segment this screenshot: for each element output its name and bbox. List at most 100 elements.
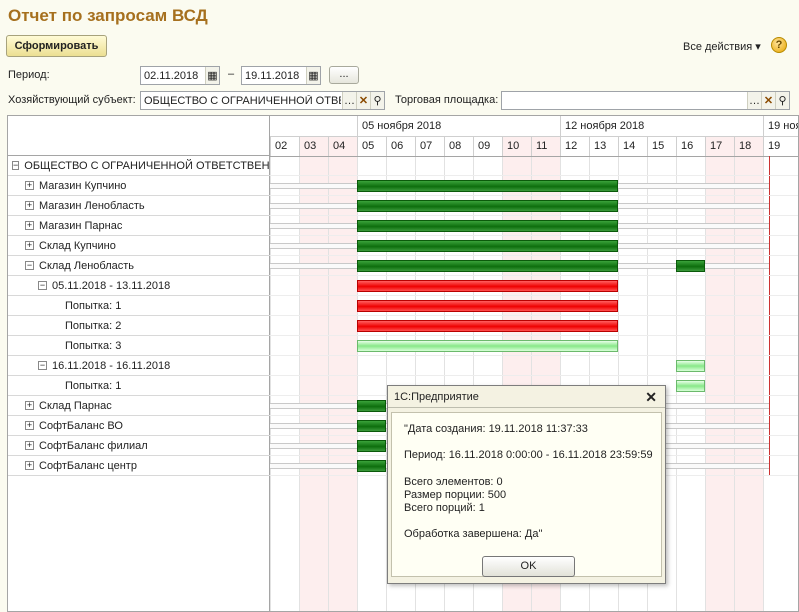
collapse-icon[interactable]: − (12, 161, 20, 170)
portions-line: Всего порций: 1 (404, 502, 485, 514)
select-dots-icon[interactable]: … (342, 92, 356, 109)
row-separator (270, 255, 798, 256)
row-separator (270, 295, 798, 296)
gantt-bar-green[interactable] (357, 460, 386, 472)
day-label: 13 (589, 137, 618, 156)
period-line: Период: 16.11.2018 0:00:00 - 16.11.2018 … (404, 449, 653, 461)
day-label: 10 (502, 137, 531, 156)
tree-row[interactable]: −ОБЩЕСТВО С ОГРАНИЧЕННОЙ ОТВЕТСТВЕННОСТЬ… (8, 156, 270, 176)
row-separator (270, 235, 798, 236)
collapse-icon[interactable]: − (38, 361, 47, 370)
expand-icon[interactable]: + (25, 241, 34, 250)
day-label: 12 (560, 137, 589, 156)
period-select-button[interactable]: ... (329, 66, 359, 84)
tree-row[interactable]: + СофтБаланс филиал (8, 436, 270, 456)
created-line: "Дата создания: 19.11.2018 11:37:33 (404, 423, 588, 435)
tree-row[interactable]: + Магазин Ленобласть (8, 196, 270, 216)
row-separator (270, 175, 798, 176)
expand-icon[interactable]: + (25, 181, 34, 190)
message-dialog: 1С:Предприятие ✕ "Дата создания: 19.11.2… (387, 385, 666, 584)
collapse-icon[interactable]: − (25, 261, 34, 270)
date-to-field[interactable]: 19.11.2018 ▦ (241, 66, 321, 85)
expand-icon[interactable]: + (25, 461, 34, 470)
row-separator (270, 275, 798, 276)
day-label: 04 (328, 137, 357, 156)
gantt-bar-light[interactable] (357, 340, 618, 352)
generate-button[interactable]: Сформировать (6, 35, 107, 57)
day-label: 14 (618, 137, 647, 156)
entity-label: Хозяйствующий субъект: (8, 94, 136, 106)
expand-icon[interactable]: + (25, 401, 34, 410)
period-label: Период: (8, 69, 50, 81)
gantt-bar-green[interactable] (357, 220, 618, 232)
expand-icon[interactable]: + (25, 221, 34, 230)
tree-row[interactable]: + Склад Купчино (8, 236, 270, 256)
row-label: СофтБаланс ВО (39, 419, 123, 432)
page-title: Отчет по запросам ВСД (8, 6, 208, 25)
total-line: Всего элементов: 0 (404, 476, 503, 488)
tree-row[interactable]: + СофтБаланс центр (8, 456, 270, 476)
clear-icon[interactable]: ✕ (356, 92, 370, 109)
day-label: 07 (415, 137, 444, 156)
gantt-bar-light[interactable] (676, 380, 705, 392)
date-from-field[interactable]: 02.11.2018 ▦ (140, 66, 220, 85)
tree-row[interactable]: Попытка: 1 (8, 296, 270, 316)
day-label: 16 (676, 137, 705, 156)
day-label: 11 (531, 137, 560, 156)
tree-row[interactable]: Попытка: 1 (8, 376, 270, 396)
row-label: Магазин Ленобласть (39, 199, 145, 212)
tree-row[interactable]: − Склад Ленобласть (8, 256, 270, 276)
tree-row[interactable]: Попытка: 2 (8, 316, 270, 336)
expand-icon[interactable]: + (25, 201, 34, 210)
gantt-bar-green[interactable] (357, 260, 618, 272)
help-icon[interactable]: ? (771, 37, 787, 53)
tree-panel: −ОБЩЕСТВО С ОГРАНИЧЕННОЙ ОТВЕТСТВЕННОСТЬ… (8, 116, 270, 611)
gantt-bar-red[interactable] (357, 280, 618, 292)
day-label: 05 (357, 137, 386, 156)
ok-button[interactable]: OK (482, 556, 575, 577)
select-dots-icon[interactable]: … (747, 92, 761, 109)
expand-icon[interactable]: + (25, 441, 34, 450)
tree-row[interactable]: −16.11.2018 - 16.11.2018 (8, 356, 270, 376)
dialog-body: "Дата создания: 19.11.2018 11:37:33 Пери… (391, 412, 662, 577)
tree-row[interactable]: + Магазин Парнас (8, 216, 270, 236)
search-icon[interactable]: ⚲ (775, 92, 789, 109)
calendar-icon[interactable]: ▦ (205, 67, 219, 84)
clear-icon[interactable]: ✕ (761, 92, 775, 109)
search-icon[interactable]: ⚲ (370, 92, 384, 109)
date-from-value: 02.11.2018 (144, 69, 199, 82)
gantt-bar-red[interactable] (357, 300, 618, 312)
gantt-bar-green[interactable] (357, 440, 386, 452)
day-label: 19 (763, 137, 792, 156)
done-line: Обработка завершена: Да" (404, 528, 543, 540)
all-actions-menu[interactable]: Все действия ▾ (683, 40, 761, 53)
gantt-bar-light[interactable] (676, 360, 705, 372)
gantt-bar-green[interactable] (357, 400, 386, 412)
gantt-bar-green[interactable] (357, 180, 618, 192)
close-icon[interactable]: ✕ (645, 389, 657, 406)
gantt-bar-green[interactable] (676, 260, 705, 272)
tree-row[interactable]: −05.11.2018 - 13.11.2018 (8, 276, 270, 296)
tree-row[interactable]: + Склад Парнас (8, 396, 270, 416)
day-label: 09 (473, 137, 502, 156)
gantt-bar-green[interactable] (357, 200, 618, 212)
gantt-bar-green[interactable] (357, 240, 618, 252)
tree-row[interactable]: Попытка: 3 (8, 336, 270, 356)
header-divider (270, 136, 798, 137)
row-label: Магазин Купчино (39, 179, 127, 192)
collapse-icon[interactable]: − (38, 281, 47, 290)
tree-row[interactable]: + Магазин Купчино (8, 176, 270, 196)
day-label: 15 (647, 137, 676, 156)
trade-field[interactable]: … ✕ ⚲ (501, 91, 790, 110)
entity-field[interactable]: ОБЩЕСТВО С ОГРАНИЧЕННОЙ ОТВЕТСТВЕННОСТЬЮ… (140, 91, 385, 110)
calendar-icon[interactable]: ▦ (306, 67, 320, 84)
week-label: 05 ноября 2018 (357, 116, 441, 136)
row-label: СофтБаланс филиал (39, 439, 148, 452)
expand-icon[interactable]: + (25, 421, 34, 430)
date-to-value: 19.11.2018 (245, 69, 300, 82)
tree-row[interactable]: + СофтБаланс ВО (8, 416, 270, 436)
day-label: 17 (705, 137, 734, 156)
row-label: Попытка: 2 (65, 319, 122, 332)
gantt-bar-red[interactable] (357, 320, 618, 332)
gantt-bar-green[interactable] (357, 420, 386, 432)
